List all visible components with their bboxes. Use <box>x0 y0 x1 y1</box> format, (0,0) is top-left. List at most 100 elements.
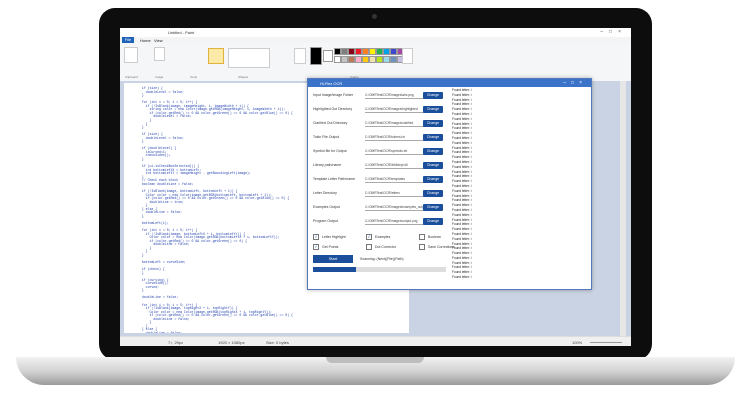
checkbox-label: Letter Highlight <box>322 234 346 239</box>
code-line: doubleLine = false; <box>138 330 182 333</box>
group-tools-label: Tools <box>190 75 198 79</box>
change-button[interactable]: Change <box>423 218 443 225</box>
color-palette[interactable] <box>334 48 404 64</box>
change-button[interactable]: Change <box>423 92 443 99</box>
checkbox[interactable] <box>366 244 372 250</box>
path-input[interactable]: C:\OMRTest\OCR\images\abc.png <box>365 92 425 99</box>
code-line: } <box>138 213 144 218</box>
change-button[interactable]: Change <box>423 120 443 127</box>
ocr-dialog: Hi-Rez OCR –□× Input Image/Image Folder C… <box>307 78 592 290</box>
checkbox[interactable]: ✓ <box>366 234 372 240</box>
code-line: } <box>138 157 144 161</box>
color-swatch[interactable] <box>355 48 362 55</box>
color-swatch[interactable] <box>348 48 355 55</box>
zoom-level: 100% <box>572 340 583 345</box>
field-label: Highlighted Out Directory <box>313 107 353 111</box>
group-shapes-label: Shapes <box>238 75 249 79</box>
color-swatch[interactable] <box>369 56 376 63</box>
color2-button[interactable] <box>323 50 333 62</box>
size-button[interactable] <box>294 48 306 64</box>
code-line: } <box>138 125 144 130</box>
output-log: Found letter: i Found letter: i Found lett… <box>452 88 586 284</box>
checkbox-label: Examples <box>375 234 391 239</box>
color-swatch[interactable] <box>362 48 369 55</box>
option-checkbox[interactable]: Save Corrections <box>419 244 455 250</box>
field-label: Input Image/Image Folder <box>313 93 354 97</box>
change-button[interactable]: Change <box>423 106 443 113</box>
vertical-scrollbar[interactable] <box>620 81 626 336</box>
window-controls[interactable]: –□× <box>600 29 627 35</box>
change-button[interactable]: Change <box>423 134 443 141</box>
code-line: } <box>138 139 144 144</box>
dialog-title-bar: Hi-Rez OCR –□× <box>308 79 591 87</box>
start-button[interactable]: Start <box>313 255 353 263</box>
window-title: Untitled - Paint <box>168 30 195 35</box>
color-swatch[interactable] <box>369 48 376 55</box>
color-swatch[interactable] <box>341 48 348 55</box>
checkbox[interactable] <box>419 244 425 250</box>
progress-fill <box>313 267 356 272</box>
color-swatch[interactable] <box>362 56 369 63</box>
status-bar: 7↕, 29px 1920 × 1080px Size: 0 bytes 100… <box>120 336 631 346</box>
shapes-gallery[interactable] <box>228 48 270 68</box>
change-button[interactable]: Change <box>423 190 443 197</box>
screen: Untitled - Paint –□× File Home View Clip… <box>120 28 631 346</box>
zoom-slider[interactable] <box>590 342 622 343</box>
progress-bar <box>313 267 446 272</box>
path-input[interactable]: C:\OMRTest\OCR\images\output.png <box>365 218 425 225</box>
edit-colors-button[interactable] <box>402 48 413 64</box>
color-swatch[interactable] <box>334 48 341 55</box>
option-checkbox[interactable]: ✓ Get Points <box>313 244 338 250</box>
path-input[interactable]: C:\OMRTest\OCR\templates <box>365 176 425 183</box>
path-input[interactable]: C:\OMRTest\OCR\letters <box>365 190 425 197</box>
title-bar: Untitled - Paint –□× <box>120 28 631 37</box>
code-line: doubleLevel = false; <box>138 89 184 94</box>
color-swatch[interactable] <box>390 56 397 63</box>
color-swatch[interactable] <box>383 48 390 55</box>
paste-button[interactable] <box>124 47 138 63</box>
color-swatch[interactable] <box>341 56 348 63</box>
option-checkbox[interactable]: Dot Corrector <box>366 244 396 250</box>
log-line: Found letter: i <box>452 275 472 280</box>
code-line: } <box>138 252 144 257</box>
color-swatch[interactable] <box>355 56 362 63</box>
select-button[interactable] <box>154 47 165 61</box>
color-swatch[interactable] <box>334 56 341 63</box>
field-label: Examples Output <box>313 205 340 209</box>
code-line: } <box>138 270 144 275</box>
brushes-button[interactable] <box>208 48 224 64</box>
code-line: doubleLine = false; <box>138 210 182 215</box>
code-line: } <box>138 93 144 98</box>
option-checkbox[interactable]: ✓ Examples <box>366 234 390 240</box>
color-swatch[interactable] <box>376 56 383 63</box>
color-swatch[interactable] <box>390 48 397 55</box>
code-line: bottomLeft = curveSide; <box>138 259 186 264</box>
image-size: 1920 × 1080px <box>218 340 245 345</box>
path-input[interactable]: C:\OMRTest\OCR\images\examples_output <box>365 204 425 211</box>
code-line: int bottomLeftY = imageHeight - getBound… <box>138 171 251 176</box>
change-button[interactable]: Change <box>423 148 443 155</box>
color1-button[interactable] <box>310 47 322 65</box>
field-label: Tokin File Output <box>313 135 340 139</box>
checkbox[interactable]: ✓ <box>313 234 319 240</box>
color-swatch[interactable] <box>376 48 383 55</box>
checkbox[interactable] <box>419 234 425 240</box>
path-input[interactable]: C:\OMRTest\OCR\lib\liblept.dll <box>365 162 425 169</box>
color-swatch[interactable] <box>348 56 355 63</box>
scan-status: Scanning: (Next)(File)(Path) <box>360 257 404 261</box>
change-button[interactable]: Change <box>423 162 443 169</box>
field-label: Clarified Out Directory <box>313 121 348 125</box>
code-line: } <box>138 288 144 293</box>
option-checkbox[interactable]: ✓ Letter Highlight <box>313 234 346 240</box>
option-checkbox[interactable]: Boolean <box>419 234 441 240</box>
path-input[interactable]: C:\OMRTest\OCR\images\highlighted <box>365 106 425 113</box>
change-button[interactable]: Change <box>423 176 443 183</box>
field-label: Symbol file for Output <box>313 149 347 153</box>
path-input[interactable]: C:\OMRTest\OCR\images\clarified <box>365 120 425 127</box>
checkbox[interactable]: ✓ <box>313 244 319 250</box>
change-button[interactable]: Change <box>423 204 443 211</box>
path-input[interactable]: C:\OMRTest\OCR\symbols.txt <box>365 148 425 155</box>
path-input[interactable]: C:\OMRTest\OCR\tokens.txt <box>365 134 425 141</box>
dialog-window-controls[interactable]: –□× <box>563 80 587 86</box>
color-swatch[interactable] <box>383 56 390 63</box>
